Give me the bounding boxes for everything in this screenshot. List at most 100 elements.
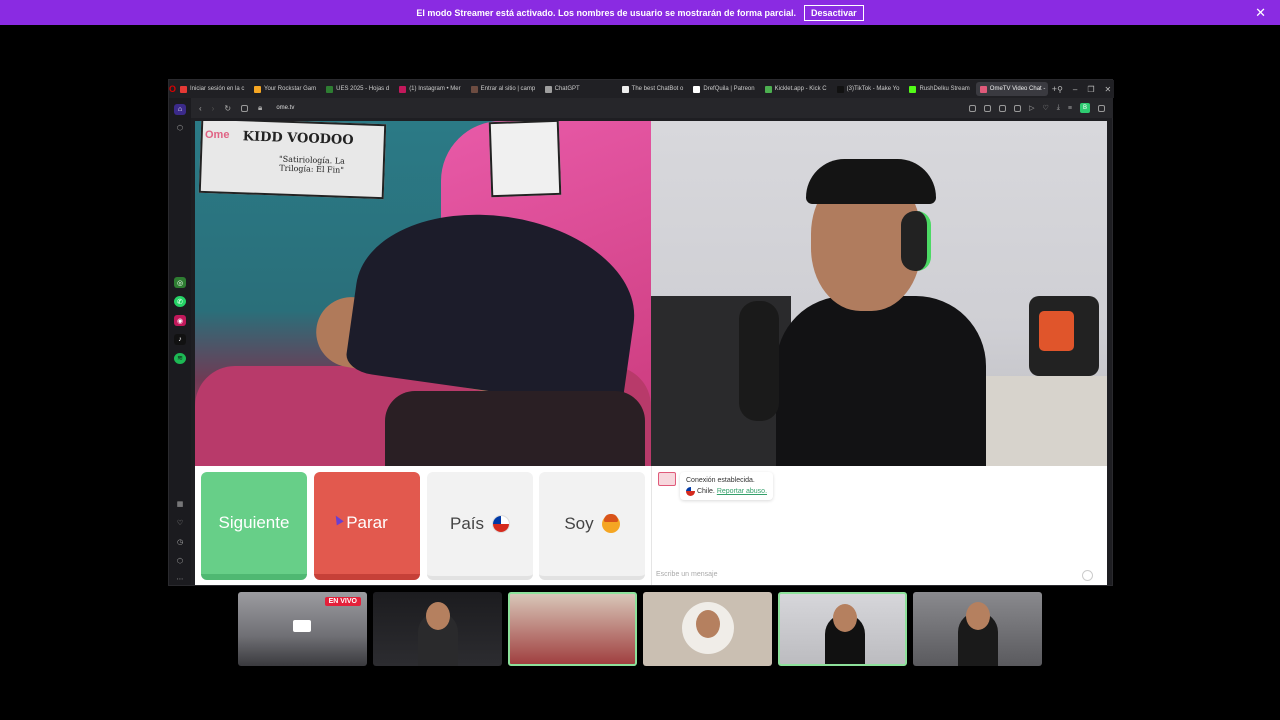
browser-tab[interactable]: RushDelku Stream	[905, 82, 973, 96]
gender-selector[interactable]: Soy	[539, 472, 645, 580]
home-icon[interactable]: ⌂	[174, 104, 186, 115]
next-button[interactable]: Siguiente	[201, 472, 307, 580]
microphone	[739, 301, 779, 421]
instagram-icon[interactable]: ◉	[174, 315, 186, 327]
tab-favicon-icon	[979, 85, 987, 93]
tab-label: Entrar al sitio | camp	[480, 86, 536, 92]
boy-emoji-icon	[601, 514, 620, 533]
stop-label: Parar	[346, 513, 388, 532]
tab-label: (1) Instagram • Mer	[409, 86, 461, 92]
tab-favicon-icon	[693, 85, 701, 93]
tab-favicon-icon	[764, 85, 772, 93]
tab-label: Iniciar sesión en la c	[190, 86, 245, 92]
chile-flag-small-icon	[686, 486, 695, 496]
chatgpt-sidebar-icon[interactable]: ◎	[174, 277, 186, 289]
close-window-icon[interactable]: ✕	[1105, 85, 1112, 94]
report-abuse-link[interactable]: Reportar abuso.	[717, 488, 767, 495]
extensions-icon[interactable]: ⬡	[174, 555, 186, 566]
scene-thumb-4[interactable]	[643, 592, 772, 666]
tab-favicon-icon	[326, 85, 334, 93]
workspaces-icon[interactable]: ▦	[174, 498, 186, 509]
country-selector[interactable]: País	[427, 472, 533, 580]
screen-share-icon	[293, 620, 311, 632]
ometv-avatar-icon	[658, 472, 676, 486]
history-icon[interactable]: ◷	[174, 536, 186, 547]
favorites-icon[interactable]: ♡	[174, 517, 186, 528]
tab-favicon-icon	[470, 85, 478, 93]
chile-flag-icon	[492, 515, 511, 533]
tab-favicon-icon	[180, 85, 188, 93]
browser-tab[interactable]: Iniciar sesión en la c	[176, 82, 248, 96]
self-video	[651, 121, 1107, 466]
tab-label: Your Rockstar Gam	[264, 86, 317, 92]
bookmarks-icon[interactable]: ⬡	[174, 123, 186, 134]
settings-icon[interactable]	[1098, 104, 1105, 112]
system-message: Conexión establecida. Chile. Reportar ab…	[680, 472, 774, 500]
country-label: País	[449, 514, 485, 533]
stranger-video: KIDD VOODOO "Satiriología. La Trilogía: …	[195, 121, 651, 466]
browser-tab[interactable]: DrefQuila | Patreon	[689, 82, 758, 96]
whatsapp-icon[interactable]: ✆	[174, 296, 186, 308]
tab-label: UES 2025 - Hojas d	[336, 86, 390, 92]
maximize-icon[interactable]: ❐	[1087, 85, 1094, 94]
me-label: Soy	[564, 514, 594, 533]
tab-label: (3)TikTok - Make Yo	[846, 86, 900, 92]
opera-logo-icon[interactable]: O	[169, 80, 176, 98]
minimize-icon[interactable]: –	[1073, 85, 1077, 94]
scene-thumb-5[interactable]	[778, 592, 907, 666]
browser-tab[interactable]: Your Rockstar Gam	[250, 82, 320, 96]
download-icon[interactable]: ⤓	[1057, 104, 1060, 112]
scene-thumb-2[interactable]	[373, 592, 502, 666]
browser-tab[interactable]: Kicklet.app - Kick C	[761, 82, 831, 96]
address-bar: ‹ › ↻ 🔒︎ ome.tv ▷ ♡ ⤓ ≡ B	[191, 98, 1113, 118]
vpn-icon[interactable]	[999, 104, 1007, 112]
scene-thumb-3[interactable]	[508, 592, 637, 666]
chat-panel: Conexión establecida. Chile. Reportar ab…	[651, 466, 1101, 585]
emoji-picker-icon[interactable]	[1082, 570, 1093, 581]
browser-tab[interactable]: The best ChatBot o	[618, 82, 688, 96]
close-icon[interactable]: ✕	[1255, 5, 1266, 21]
tab-label: RushDelku Stream	[919, 86, 970, 92]
extension-icon[interactable]: B	[1080, 103, 1090, 113]
tab-favicon-icon	[399, 85, 407, 93]
deactivate-button[interactable]: Desactivar	[804, 4, 864, 21]
tab-bar: O Iniciar sesión en la c Your Rockstar Ga…	[169, 80, 1114, 98]
scene-thumb-1[interactable]: EN VIVO	[238, 592, 367, 666]
heart-icon[interactable]: ♡	[1043, 104, 1049, 112]
reload-icon[interactable]: ↻	[224, 104, 231, 113]
play-icon[interactable]: ▷	[1029, 104, 1034, 112]
more-icon[interactable]: ⋯	[174, 574, 186, 585]
menu-icon[interactable]: ≡	[1068, 105, 1072, 112]
browser-tab[interactable]: OmeTV Video Chat -	[975, 82, 1048, 96]
tab-label: ChatGPT	[554, 86, 580, 92]
tab-favicon-icon	[836, 85, 844, 93]
tiktok-icon[interactable]: ♪	[174, 334, 186, 346]
browser-tab[interactable]: Entrar al sitio | camp	[467, 82, 539, 96]
adblock-icon[interactable]	[1014, 104, 1022, 112]
snapshot-icon[interactable]	[969, 104, 977, 112]
chat-controls: Siguiente Parar País Soy	[195, 466, 651, 585]
tab-label: Kicklet.app - Kick C	[774, 86, 827, 92]
stop-button[interactable]: Parar	[314, 472, 420, 580]
browser-tab[interactable]: (3)TikTok - Make Yo	[833, 82, 904, 96]
back-icon[interactable]: ‹	[199, 104, 202, 113]
tab-label: DrefQuila | Patreon	[703, 86, 755, 92]
tab-label: OmeTV Video Chat -	[989, 86, 1046, 92]
tab-label: The best ChatBot o	[631, 86, 684, 92]
next-label: Siguiente	[218, 513, 290, 532]
tabs-overview-icon[interactable]	[241, 104, 249, 112]
tab-favicon-icon	[909, 85, 917, 93]
forward-icon[interactable]: ›	[212, 104, 215, 113]
spotify-icon[interactable]: ≋	[174, 353, 186, 364]
browser-tab[interactable]: ChatGPT	[541, 82, 584, 96]
message-input[interactable]: Escribe un mensaje	[656, 567, 1092, 581]
url-field[interactable]: ome.tv	[276, 105, 294, 111]
search-tabs-icon[interactable]: ⚲	[1057, 85, 1063, 94]
camera-icon[interactable]	[984, 104, 992, 112]
browser-tab[interactable]: UES 2025 - Hojas d	[322, 82, 393, 96]
window-controls: ⚲ – ❐ ✕	[1057, 85, 1119, 94]
lock-icon: 🔒︎	[258, 103, 263, 112]
tab-favicon-icon	[621, 85, 629, 93]
browser-tab[interactable]: (1) Instagram • Mer	[395, 82, 464, 96]
scene-thumb-6[interactable]	[913, 592, 1042, 666]
